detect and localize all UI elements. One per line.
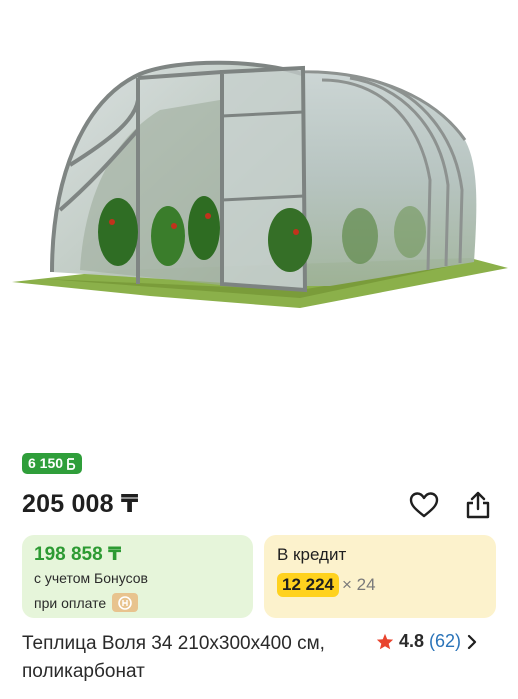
payment-logo-icon <box>112 593 139 612</box>
favorite-button[interactable] <box>408 489 440 521</box>
review-count: (62) <box>429 631 462 651</box>
product-image[interactable] <box>0 0 518 440</box>
price-row: 205 008 ₸ <box>22 487 496 521</box>
greenhouse-photo <box>12 60 508 308</box>
bonus-note: с учетом Бонусов <box>34 570 148 586</box>
payment-note: при оплате <box>34 593 139 612</box>
credit-monthly-amount: 12 224 <box>277 573 339 597</box>
greenhouse-side <box>300 73 477 286</box>
bonus-points-value: 6 150 <box>28 455 64 471</box>
chevron-right-icon <box>467 634 477 649</box>
product-title: Теплица Воля 34 210х300х400 см, поликарб… <box>22 633 325 682</box>
credit-payment: 12 224 × 24 <box>277 573 376 597</box>
credit-term: × 24 <box>342 575 376 594</box>
bonus-price-card[interactable]: 198 858 ₸ с учетом Бонусов при оплате <box>22 535 253 618</box>
rating-link[interactable]: 4.8 (62) <box>376 631 478 652</box>
star-icon <box>376 633 394 650</box>
payment-note-label: при оплате <box>34 594 107 611</box>
share-icon <box>466 491 490 519</box>
bonus-price: 198 858 ₸ <box>34 544 122 565</box>
heart-icon <box>409 492 439 518</box>
bonus-coin-icon <box>67 457 76 470</box>
share-button[interactable] <box>462 489 494 521</box>
credit-label: В кредит <box>277 545 347 564</box>
credit-card[interactable]: В кредит 12 224 × 24 <box>264 535 496 618</box>
bonus-points-badge: 6 150 <box>22 453 83 474</box>
rating-value: 4.8 <box>399 631 425 651</box>
product-price: 205 008 ₸ <box>22 490 139 518</box>
